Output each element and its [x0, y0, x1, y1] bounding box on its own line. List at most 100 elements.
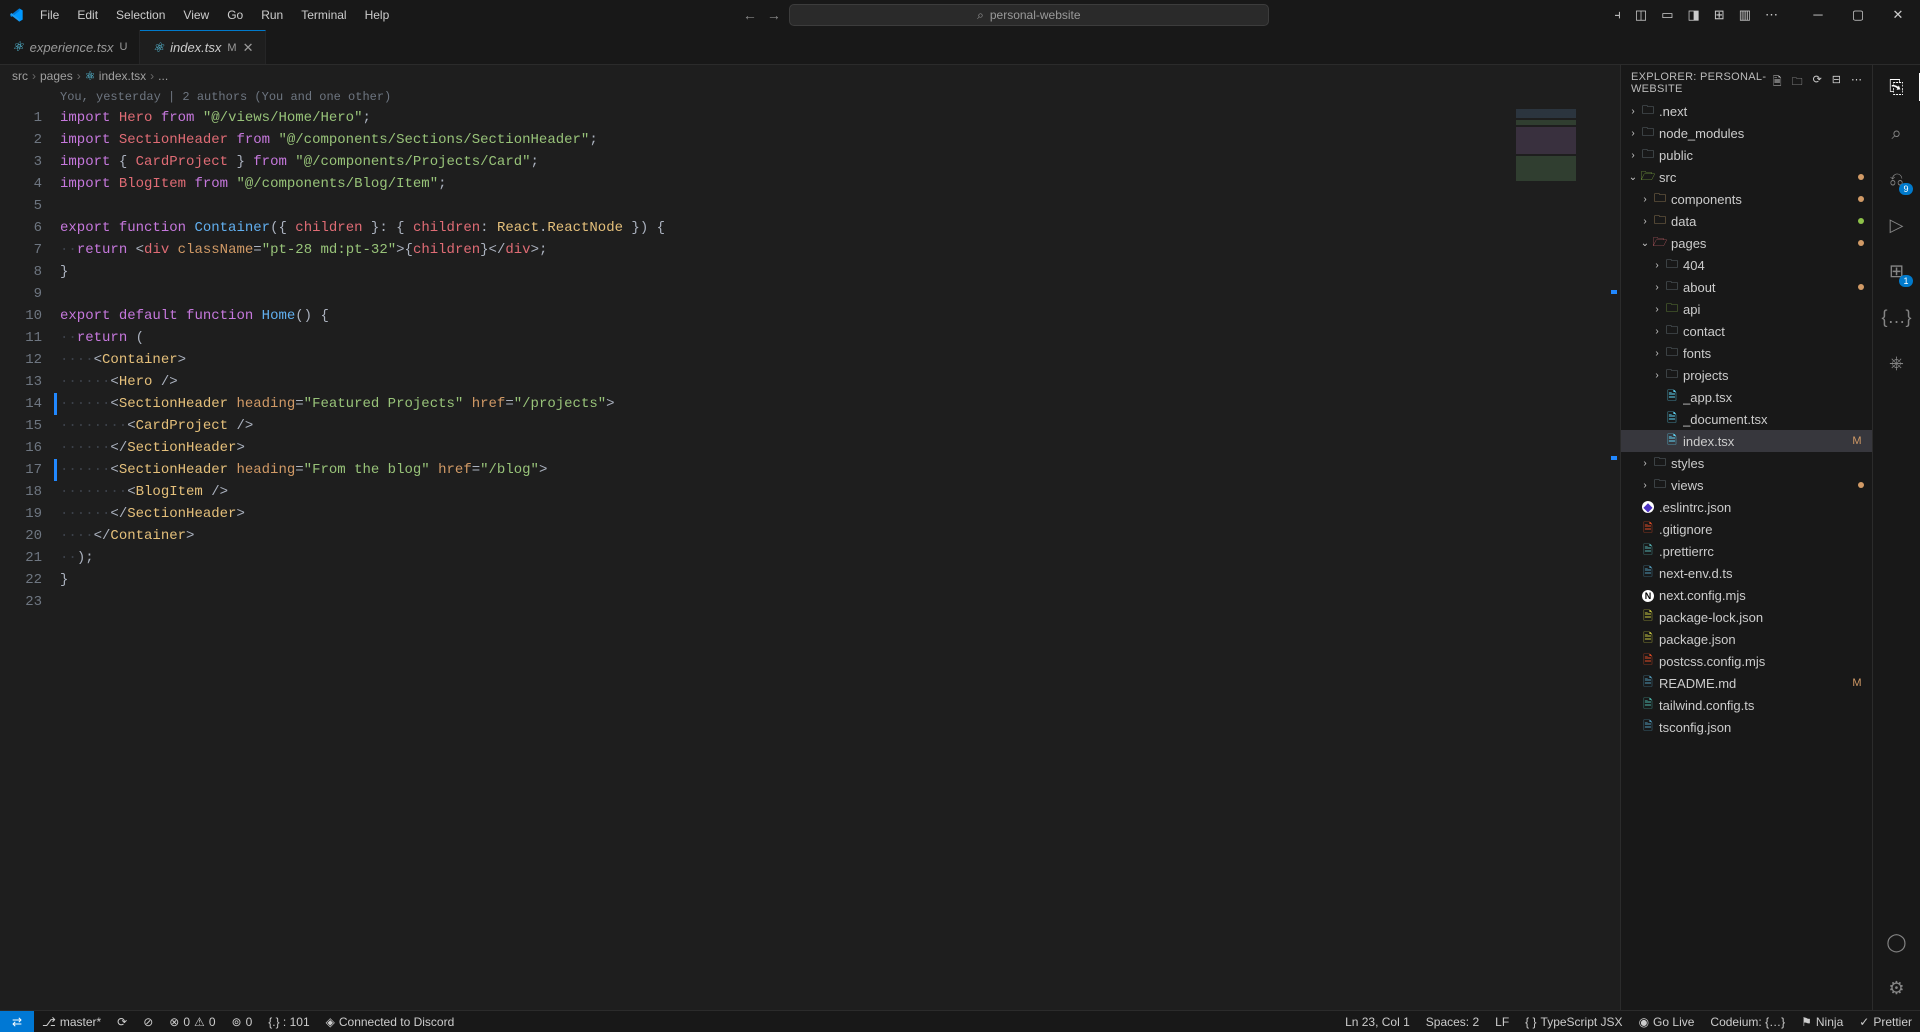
code-line[interactable] [60, 195, 1500, 217]
menu-view[interactable]: View [175, 4, 217, 26]
code-line[interactable]: ······</SectionHeader> [60, 437, 1500, 459]
close-icon[interactable]: ✕ [1884, 7, 1912, 23]
menu-edit[interactable]: Edit [69, 4, 106, 26]
file-postcss-config-mjs[interactable]: 🗎postcss.config.mjs [1621, 650, 1872, 672]
prettier-status[interactable]: ✓Prettier [1851, 1011, 1920, 1032]
code-line[interactable]: ··); [60, 547, 1500, 569]
breadcrumb-segment[interactable]: src [12, 69, 28, 83]
remote-indicator[interactable]: ⇄ [0, 1011, 34, 1032]
layout-toggle-icon[interactable]: ⫞ [1614, 7, 1621, 23]
tab-experience-tsx[interactable]: ⚛experience.tsxU [0, 30, 140, 64]
activity-search[interactable]: ⌕ [1883, 119, 1911, 147]
file-README-md[interactable]: 🗎README.mdM [1621, 672, 1872, 694]
folder-pages[interactable]: ⌄🗁pages [1621, 232, 1872, 254]
nav-back-icon[interactable]: ← [743, 7, 757, 23]
folder-api[interactable]: ›🗀api [1621, 298, 1872, 320]
activity-remote[interactable]: ⎈ [1883, 349, 1911, 377]
file--eslintrc-json[interactable]: ◆.eslintrc.json [1621, 496, 1872, 518]
file-tailwind-config-ts[interactable]: 🗎tailwind.config.ts [1621, 694, 1872, 716]
refresh-icon[interactable]: ⟳ [1813, 73, 1822, 92]
file-_app-tsx[interactable]: 🗎_app.tsx [1621, 386, 1872, 408]
eol[interactable]: LF [1487, 1011, 1517, 1032]
code-line[interactable]: import Hero from "@/views/Home/Hero"; [60, 107, 1500, 129]
code-line[interactable]: ··return ( [60, 327, 1500, 349]
breadcrumb-segment[interactable]: pages [40, 69, 73, 83]
layout-sidebar-right-icon[interactable]: ◨ [1688, 7, 1700, 23]
codelens[interactable]: You, yesterday | 2 authors (You and one … [60, 87, 1500, 107]
file--gitignore[interactable]: 🗎.gitignore [1621, 518, 1872, 540]
problems-button[interactable]: ⊗0 ⚠0 [161, 1011, 223, 1032]
activity-bracket[interactable]: {…} [1883, 303, 1911, 331]
maximize-icon[interactable]: ▢ [1844, 7, 1872, 23]
go-live[interactable]: ◉Go Live [1631, 1011, 1703, 1032]
customize-layout-icon[interactable]: ▥ [1739, 7, 1751, 23]
folder-components[interactable]: ›🗀components [1621, 188, 1872, 210]
code-line[interactable]: ······<Hero /> [60, 371, 1500, 393]
activity-account[interactable]: ◯ [1883, 928, 1911, 956]
menu-run[interactable]: Run [253, 4, 291, 26]
nav-forward-icon[interactable]: → [767, 7, 781, 23]
activity-settings[interactable]: ⚙ [1883, 974, 1911, 1002]
tab-close-icon[interactable]: ✕ [243, 40, 254, 56]
code-area[interactable]: 1234567891011121314151617181920212223 Yo… [0, 87, 1620, 1010]
breadcrumb-segment[interactable]: ⚛ index.tsx [85, 69, 146, 83]
ports-button[interactable]: ⊘ [135, 1011, 161, 1032]
folder-fonts[interactable]: ›🗀fonts [1621, 342, 1872, 364]
activity-run-debug[interactable]: ▷ [1883, 211, 1911, 239]
code-line[interactable]: ······<SectionHeader heading="From the b… [60, 459, 1500, 481]
code-line[interactable]: ········<BlogItem /> [60, 481, 1500, 503]
code-line[interactable]: ········<CardProject /> [60, 415, 1500, 437]
menu-selection[interactable]: Selection [108, 4, 173, 26]
discord-status[interactable]: ◈Connected to Discord [318, 1011, 463, 1032]
sync-button[interactable]: ⟳ [109, 1011, 135, 1032]
menu-go[interactable]: Go [219, 4, 251, 26]
code-lines[interactable]: You, yesterday | 2 authors (You and one … [60, 87, 1620, 1010]
tab-index-tsx[interactable]: ⚛index.tsxM✕ [140, 30, 266, 64]
file-package-json[interactable]: 🗎package.json [1621, 628, 1872, 650]
menu-file[interactable]: File [32, 4, 67, 26]
file-tree[interactable]: ›🗀.next›🗀node_modules›🗀public⌄🗁src›🗀comp… [1621, 100, 1872, 1010]
more-icon[interactable]: ⋯ [1765, 7, 1778, 23]
code-line[interactable] [60, 283, 1500, 305]
code-line[interactable]: import { CardProject } from "@/component… [60, 151, 1500, 173]
layout-grid-icon[interactable]: ⊞ [1714, 7, 1725, 23]
folder-about[interactable]: ›🗀about [1621, 276, 1872, 298]
indentation[interactable]: Spaces: 2 [1418, 1011, 1487, 1032]
breadcrumb-segment[interactable]: ... [158, 69, 168, 83]
folder-styles[interactable]: ›🗀styles [1621, 452, 1872, 474]
code-line[interactable]: ····</Container> [60, 525, 1500, 547]
collapse-all-icon[interactable]: ⊟ [1832, 73, 1841, 92]
layout-sidebar-left-icon[interactable]: ◫ [1635, 7, 1647, 23]
git-branch[interactable]: ⎇master* [34, 1011, 109, 1032]
code-line[interactable]: export function Container({ children }: … [60, 217, 1500, 239]
file-tsconfig-json[interactable]: 🗎tsconfig.json [1621, 716, 1872, 738]
codeium-status[interactable]: Codeium: {…} [1702, 1011, 1793, 1032]
more-actions-icon[interactable]: ⋯ [1851, 73, 1862, 92]
file-next-config-mjs[interactable]: Nnext.config.mjs [1621, 584, 1872, 606]
radio-status[interactable]: ⊚0 [224, 1011, 261, 1032]
ninja-status[interactable]: ⚑Ninja [1793, 1011, 1851, 1032]
file-_document-tsx[interactable]: 🗎_document.tsx [1621, 408, 1872, 430]
folder-node_modules[interactable]: ›🗀node_modules [1621, 122, 1872, 144]
activity-explorer[interactable]: ⎘ [1883, 73, 1911, 101]
folder--next[interactable]: ›🗀.next [1621, 100, 1872, 122]
folder-projects[interactable]: ›🗀projects [1621, 364, 1872, 386]
code-line[interactable]: export default function Home() { [60, 305, 1500, 327]
file-next-env-d-ts[interactable]: 🗎next-env.d.ts [1621, 562, 1872, 584]
code-line[interactable]: import SectionHeader from "@/components/… [60, 129, 1500, 151]
file-package-lock-json[interactable]: 🗎package-lock.json [1621, 606, 1872, 628]
code-line[interactable]: ····<Container> [60, 349, 1500, 371]
file--prettierrc[interactable]: 🗎.prettierrc [1621, 540, 1872, 562]
minimap[interactable] [1506, 109, 1606, 629]
new-folder-icon[interactable]: 🗀 [1792, 73, 1803, 92]
selection-status[interactable]: {.} : 101 [260, 1011, 317, 1032]
folder-404[interactable]: ›🗀404 [1621, 254, 1872, 276]
folder-contact[interactable]: ›🗀contact [1621, 320, 1872, 342]
folder-public[interactable]: ›🗀public [1621, 144, 1872, 166]
code-line[interactable]: import BlogItem from "@/components/Blog/… [60, 173, 1500, 195]
activity-extensions[interactable]: ⊞1 [1883, 257, 1911, 285]
code-line[interactable] [60, 591, 1500, 613]
menu-terminal[interactable]: Terminal [293, 4, 354, 26]
folder-src[interactable]: ⌄🗁src [1621, 166, 1872, 188]
new-file-icon[interactable]: 🗎 [1773, 73, 1782, 92]
